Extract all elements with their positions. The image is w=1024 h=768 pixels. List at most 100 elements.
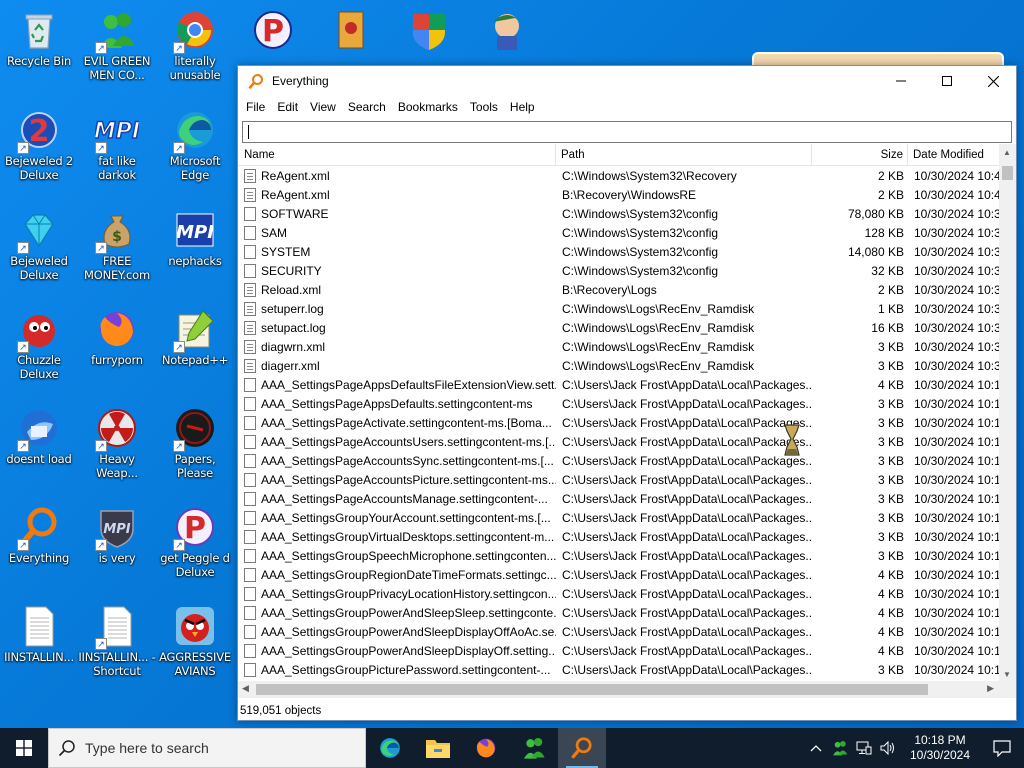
desktop-icon-notepad-plus-plus[interactable]: ↗ Notepad++ [156,303,234,367]
desktop-icon-papers-please[interactable]: ↗ Papers, Please [156,402,234,480]
desktop-icon-heavy-weapon[interactable]: ↗ Heavy Weap... [78,402,156,480]
desktop-icon-game[interactable] [312,4,390,64]
minimize-button[interactable] [878,66,924,96]
table-row[interactable]: AAA_SettingsPageAccountsSync.settingcont… [238,451,1000,470]
table-row[interactable]: AAA_SettingsGroupPrivacyLocationHistory.… [238,584,1000,603]
table-row[interactable]: AAA_SettingsGroupPicturePassword.setting… [238,660,1000,679]
desktop-icon-fat-like-darkok[interactable]: MPI ↗ fat like darkok [78,104,156,182]
taskbar-firefox[interactable] [462,728,510,768]
scroll-right-arrow-icon[interactable]: ▶ [987,683,994,694]
close-button[interactable] [970,66,1016,96]
desktop-icon-installing-shortcut[interactable]: ↗ IINSTALLIN... - Shortcut [78,600,156,678]
table-row[interactable]: diagwrn.xml C:\Windows\Logs\RecEnv_Ramdis… [238,337,1000,356]
desktop-icon-free-money[interactable]: $ ↗ FREE MONEY.com [78,204,156,282]
taskbar-everything[interactable] [558,728,606,768]
taskbar-green-men[interactable] [510,728,558,768]
table-row[interactable]: ReAgent.xml B:\Recovery\WindowsRE 2 KB 10/3… [238,185,1000,204]
start-button[interactable] [0,728,48,768]
table-row[interactable]: AAA_SettingsPageActivate.settingcontent-… [238,413,1000,432]
desktop-icon-doesnt-load[interactable]: ↗ doesnt load [0,402,78,466]
table-row[interactable]: SYSTEM C:\Windows\System32\config 14,080 K… [238,242,1000,261]
table-row[interactable]: SECURITY C:\Windows\System32\config 32 KB 1… [238,261,1000,280]
desktop-icon-shield-app[interactable] [390,4,468,64]
table-row[interactable]: AAA_SettingsPageAppsDefaults.settingcont… [238,394,1000,413]
desktop-icon-peggle-nights[interactable]: P [234,4,312,64]
table-row[interactable]: AAA_SettingsGroupSpeechMicrophone.settin… [238,546,1000,565]
desktop-icon-microsoft-edge[interactable]: ↗ Microsoft Edge [156,104,234,182]
menu-bookmarks[interactable]: Bookmarks [392,96,464,118]
volume-button[interactable] [876,728,900,768]
vertical-scrollbar[interactable]: ▲ ▼ [999,144,1016,681]
results-list[interactable]: Name Path Size Date Modified ReAgent.xml… [238,144,1016,681]
desktop-icon-is-very[interactable]: MPI ↗ is very [78,501,156,565]
row-date-modified: 10/30/2024 10:18 [914,605,1000,620]
desktop-icon-peggle-deluxe[interactable]: P ↗ get Peggle d Deluxe [156,501,234,579]
table-row[interactable]: AAA_SettingsPageAccountsPicture.settingc… [238,470,1000,489]
desktop-icon-everything[interactable]: ↗ Everything [0,501,78,565]
desktop-icon-bejeweled[interactable]: ↗ Bejeweled Deluxe [0,204,78,282]
everything-window: Everything File Edit View Search Bookmar… [237,65,1017,721]
table-row[interactable]: AAA_SettingsGroupPowerAndSleepDisplayOff… [238,641,1000,660]
desktop-icon-aggressive-avians[interactable]: AGGRESSIVE AVIANS [156,600,234,678]
table-row[interactable]: AAA_SettingsGroupPowerAndSleepSleep.sett… [238,603,1000,622]
table-row[interactable]: ReAgent.xml C:\Windows\System32\Recovery 2… [238,166,1000,185]
desktop-icon-label: EVIL GREEN MEN CO... [83,54,151,82]
menu-tools[interactable]: Tools [464,96,504,118]
column-name[interactable]: Name [238,144,556,165]
tray-green-men[interactable] [828,728,852,768]
desktop-icon-evil-green-men[interactable]: ↗ EVIL GREEN MEN CO... [78,4,156,82]
scroll-down-arrow-icon[interactable]: ▼ [1003,670,1011,679]
title-bar[interactable]: Everything [238,66,1016,96]
table-row[interactable]: diagerr.xml C:\Windows\Logs\RecEnv_Ramdis… [238,356,1000,375]
search-box[interactable] [242,121,1012,143]
desktop-icon-literally-unusable[interactable]: ↗ literally unusable [156,4,234,82]
desktop-icon-installing[interactable]: IINSTALLIN... [0,600,78,664]
menu-view[interactable]: View [304,96,342,118]
menu-help[interactable]: Help [504,96,541,118]
table-row[interactable]: setuperr.log C:\Windows\Logs\RecEnv_Ramdi… [238,299,1000,318]
table-row[interactable]: AAA_SettingsPageAccountsManage.settingco… [238,489,1000,508]
menu-search[interactable]: Search [342,96,392,118]
desktop-icon-recycle-bin[interactable]: Recycle Bin [0,4,78,68]
blank-file-icon [244,263,256,278]
maximize-button[interactable] [924,66,970,96]
table-row[interactable]: AAA_SettingsGroupPowerAndSleepDisplayOff… [238,622,1000,641]
scroll-up-arrow-icon[interactable]: ▲ [1003,148,1011,157]
horizontal-scrollbar[interactable]: ◀ ▶ [238,681,1016,698]
column-size[interactable]: Size [812,144,908,165]
row-name-cell: SOFTWARE [238,206,556,221]
search-input[interactable] [243,122,1011,142]
taskbar-file-explorer[interactable] [414,728,462,768]
table-row[interactable]: AAA_SettingsGroupRegionDateTimeFormats.s… [238,565,1000,584]
table-row[interactable]: SAM C:\Windows\System32\config 128 KB 10/30… [238,223,1000,242]
table-row[interactable]: AAA_SettingsGroupYourAccount.settingcont… [238,508,1000,527]
clock[interactable]: 10:18 PM 10/30/2024 [900,733,980,763]
desktop-icon-nephacks[interactable]: MPI nephacks [156,204,234,268]
menu-file[interactable]: File [240,96,271,118]
column-date-modified[interactable]: Date Modified [908,144,1000,165]
table-row[interactable]: AAA_SettingsPageAccountsUsers.settingcon… [238,432,1000,451]
desktop-icon-chuzzle[interactable]: ↗ Chuzzle Deluxe [0,303,78,381]
scroll-left-arrow-icon[interactable]: ◀ [242,683,249,694]
column-path[interactable]: Path [556,144,812,165]
vertical-scroll-thumb[interactable] [1002,166,1013,180]
taskbar-edge[interactable] [366,728,414,768]
desktop-icon-furryporn[interactable]: furryporn [78,303,156,367]
shortcut-arrow-icon: ↗ [173,539,185,551]
network-button[interactable] [852,728,876,768]
horizontal-scroll-thumb[interactable] [256,684,928,695]
menu-edit[interactable]: Edit [271,96,304,118]
row-name: AAA_SettingsPageAppsDefaultsFileExtensio… [261,377,556,392]
notification-center-button[interactable] [980,739,1024,757]
desktop-icon-bejeweled-2[interactable]: 2 ↗ Bejeweled 2 Deluxe [0,104,78,182]
row-name: SOFTWARE [261,206,329,221]
table-row[interactable]: setupact.log C:\Windows\Logs\RecEnv_Ramdi… [238,318,1000,337]
row-name-cell: AAA_SettingsPageAccountsPicture.settingc… [238,472,556,487]
desktop-icon-legend[interactable] [468,4,546,64]
table-row[interactable]: Reload.xml B:\Recovery\Logs 2 KB 10/30/2024… [238,280,1000,299]
table-row[interactable]: SOFTWARE C:\Windows\System32\config 78,080… [238,204,1000,223]
table-row[interactable]: AAA_SettingsPageAppsDefaultsFileExtensio… [238,375,1000,394]
table-row[interactable]: AAA_SettingsGroupVirtualDesktops.setting… [238,527,1000,546]
taskbar-search-box[interactable]: Type here to search [48,728,366,768]
show-hidden-icons-button[interactable] [804,728,828,768]
